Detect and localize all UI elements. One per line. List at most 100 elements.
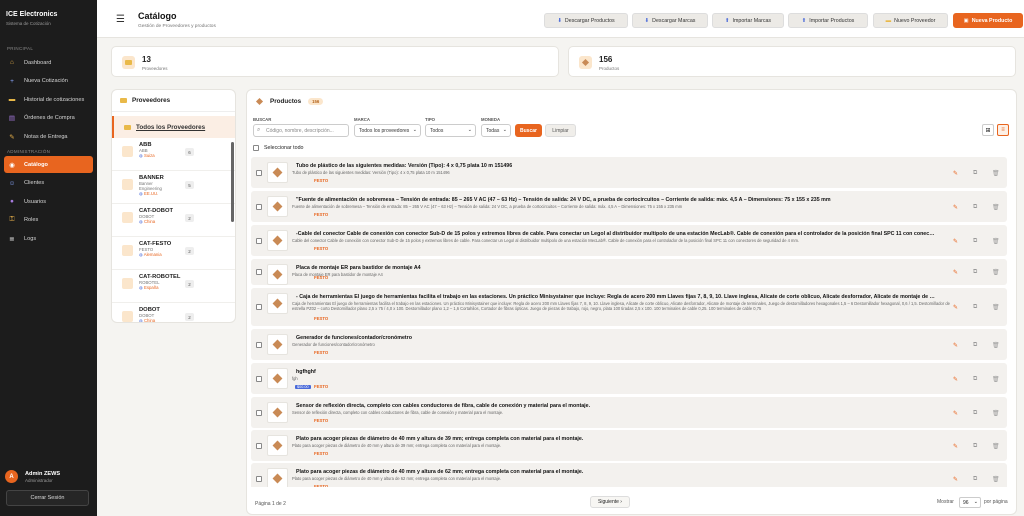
- sidebar-item-usuarios[interactable]: ● Usuarios: [4, 193, 93, 210]
- product-title: Plato para acoger piezas de diámetro de …: [296, 469, 584, 475]
- import-products-button[interactable]: ⬆ Importar Productos: [788, 13, 868, 28]
- edit-icon[interactable]: ✎: [953, 170, 958, 177]
- provider-item[interactable]: ABB ABB ◍ Suiza 6: [112, 138, 235, 171]
- new-product-button[interactable]: ▣ Nueva Producto: [953, 13, 1023, 28]
- provider-item[interactable]: DOBOT DOBOT ◍ China 2: [112, 303, 235, 322]
- copy-icon[interactable]: ⧉: [973, 204, 977, 211]
- grid-view-icon[interactable]: ⊞: [982, 124, 994, 136]
- brand-select[interactable]: Todos los proveedores ⌄: [354, 124, 421, 137]
- edit-icon[interactable]: ✎: [953, 342, 958, 349]
- sidebar-item-dashboard[interactable]: ⌂ Dashboard: [4, 54, 93, 71]
- product-row[interactable]: Placa de montaje ER para bastidor de mon…: [251, 259, 1007, 285]
- product-row[interactable]: -Cable del conector Cable de conexión co…: [251, 225, 1007, 256]
- row-checkbox[interactable]: [256, 170, 262, 176]
- sidebar-item-notas-de-entrega[interactable]: ✎ Notas de Entrega: [4, 128, 93, 145]
- copy-icon[interactable]: ⧉: [973, 443, 977, 450]
- copy-icon[interactable]: ⧉: [973, 238, 977, 245]
- copy-icon[interactable]: ⧉: [973, 476, 977, 483]
- edit-icon[interactable]: ✎: [953, 304, 958, 311]
- provider-item[interactable]: BANNER Banner Engineering ◍ EE.UU. 5: [112, 171, 235, 204]
- row-checkbox[interactable]: [256, 204, 262, 210]
- stat-label: Productos: [599, 66, 620, 71]
- all-providers-item[interactable]: Todos los Proveedores: [112, 116, 235, 138]
- trash-icon[interactable]: 🗑: [992, 342, 1000, 349]
- download-products-button[interactable]: ⬇ Descargar Productos: [544, 13, 628, 28]
- product-row[interactable]: Plato para acoger piezas de diámetro de …: [251, 463, 1007, 487]
- new-provider-button[interactable]: ▬ Nuevo Proveedor: [873, 13, 948, 28]
- product-row[interactable]: - Caja de herramientas El juego de herra…: [251, 288, 1007, 326]
- row-checkbox[interactable]: [256, 269, 262, 275]
- product-row[interactable]: Tubo de plástico de las siguientes medid…: [251, 157, 1007, 188]
- search-button[interactable]: Buscar: [515, 124, 542, 137]
- copy-icon[interactable]: ⧉: [973, 342, 977, 349]
- copy-icon[interactable]: ⧉: [973, 170, 977, 177]
- product-row[interactable]: Sensor de reflexión directa, completo co…: [251, 397, 1007, 428]
- sidebar-item-roles[interactable]: ⚿ Roles: [4, 212, 93, 229]
- select-all[interactable]: Seleccionar todo: [253, 145, 303, 151]
- page-size-select[interactable]: 96 ⌄: [959, 497, 981, 508]
- row-checkbox[interactable]: [256, 476, 262, 482]
- copy-icon[interactable]: ⧉: [973, 376, 977, 383]
- sidebar-item-nueva-cotización[interactable]: + Nueva Cotización: [4, 73, 93, 90]
- edit-icon[interactable]: ✎: [953, 204, 958, 211]
- products-count-badge: 156: [308, 98, 324, 105]
- sidebar-item-historial-de-cotizaciones[interactable]: ▬ Historial de cotizaciones: [4, 91, 93, 108]
- product-row[interactable]: "Fuente de alimentación de sobremesa – T…: [251, 191, 1007, 222]
- trash-icon[interactable]: 🗑: [992, 204, 1000, 211]
- sidebar-item-label: Logs: [24, 235, 37, 242]
- clear-button[interactable]: Limpiar: [545, 124, 576, 137]
- stat-value: 13: [142, 55, 151, 64]
- edit-icon[interactable]: ✎: [953, 410, 958, 417]
- trash-icon[interactable]: 🗑: [992, 376, 1000, 383]
- row-checkbox[interactable]: [256, 376, 262, 382]
- trash-icon[interactable]: 🗑: [992, 410, 1000, 417]
- search-input[interactable]: ⌕ Código, nombre, descripción...: [253, 124, 349, 137]
- copy-icon[interactable]: ⧉: [973, 410, 977, 417]
- type-select[interactable]: Todos ⌄: [425, 124, 476, 137]
- provider-item[interactable]: CAT-ROBOTEL ROBOTEL ◍ España 2: [112, 270, 235, 303]
- product-title: -Cable del conector Cable de conexión co…: [296, 231, 936, 237]
- sidebar-item-clientes[interactable]: ☺ Clientes: [4, 175, 93, 192]
- scrollbar[interactable]: [231, 142, 234, 222]
- edit-icon[interactable]: ✎: [953, 269, 958, 276]
- logout-button[interactable]: Cerrar Sesión: [6, 490, 89, 506]
- sidebar-item-logs[interactable]: ≣ Logs: [4, 230, 93, 247]
- pagination-info: Página 1 de 2: [255, 501, 286, 507]
- row-checkbox[interactable]: [256, 238, 262, 244]
- edit-icon[interactable]: ✎: [953, 443, 958, 450]
- download-brands-button[interactable]: ⬇ Descargar Marcas: [632, 13, 708, 28]
- product-row[interactable]: Plato para acoger piezas de diámetro de …: [251, 430, 1007, 461]
- trash-icon[interactable]: 🗑: [992, 476, 1000, 483]
- product-row[interactable]: hgfhghf fgh $00.00 FESTO ✎ ⧉ 🗑: [251, 363, 1007, 394]
- sidebar-item-órdenes-de-compra[interactable]: ▤ Órdenes de Compra: [4, 110, 93, 127]
- box-icon: [579, 56, 592, 69]
- edit-icon[interactable]: ✎: [953, 476, 958, 483]
- next-page-button[interactable]: Siguiente ›: [590, 496, 630, 508]
- chevron-down-icon: ⌄: [502, 127, 507, 133]
- product-row[interactable]: Generador de funciones/contador/cronómet…: [251, 329, 1007, 360]
- currency-select[interactable]: Todas ⌄: [481, 124, 511, 137]
- row-checkbox[interactable]: [256, 410, 262, 416]
- trash-icon[interactable]: 🗑: [992, 170, 1000, 177]
- edit-icon[interactable]: ✎: [953, 238, 958, 245]
- trash-icon[interactable]: 🗑: [992, 304, 1000, 311]
- row-checkbox[interactable]: [256, 443, 262, 449]
- trash-icon[interactable]: 🗑: [992, 238, 1000, 245]
- edit-icon[interactable]: ✎: [953, 376, 958, 383]
- list-view-icon[interactable]: ≡: [997, 124, 1009, 136]
- menu-icon[interactable]: ☰: [116, 14, 125, 25]
- plus-icon: +: [10, 77, 14, 85]
- provider-item[interactable]: CAT-DOBOT DOBOT ◍ China 2: [112, 204, 235, 237]
- copy-icon[interactable]: ⧉: [973, 304, 977, 311]
- trash-icon[interactable]: 🗑: [992, 269, 1000, 276]
- stat-label: Proveedores: [142, 66, 168, 71]
- sidebar-item-catálogo[interactable]: ◉ Catálogo: [4, 156, 93, 173]
- folder-icon: [122, 179, 133, 190]
- row-checkbox[interactable]: [256, 342, 262, 348]
- provider-item[interactable]: CAT-FESTO FESTO ◍ Alemania 2: [112, 237, 235, 270]
- row-checkbox[interactable]: [256, 304, 262, 310]
- import-brands-button[interactable]: ⬆ Importar Marcas: [712, 13, 784, 28]
- trash-icon[interactable]: 🗑: [992, 443, 1000, 450]
- select-all-checkbox[interactable]: [253, 145, 259, 151]
- copy-icon[interactable]: ⧉: [973, 269, 977, 276]
